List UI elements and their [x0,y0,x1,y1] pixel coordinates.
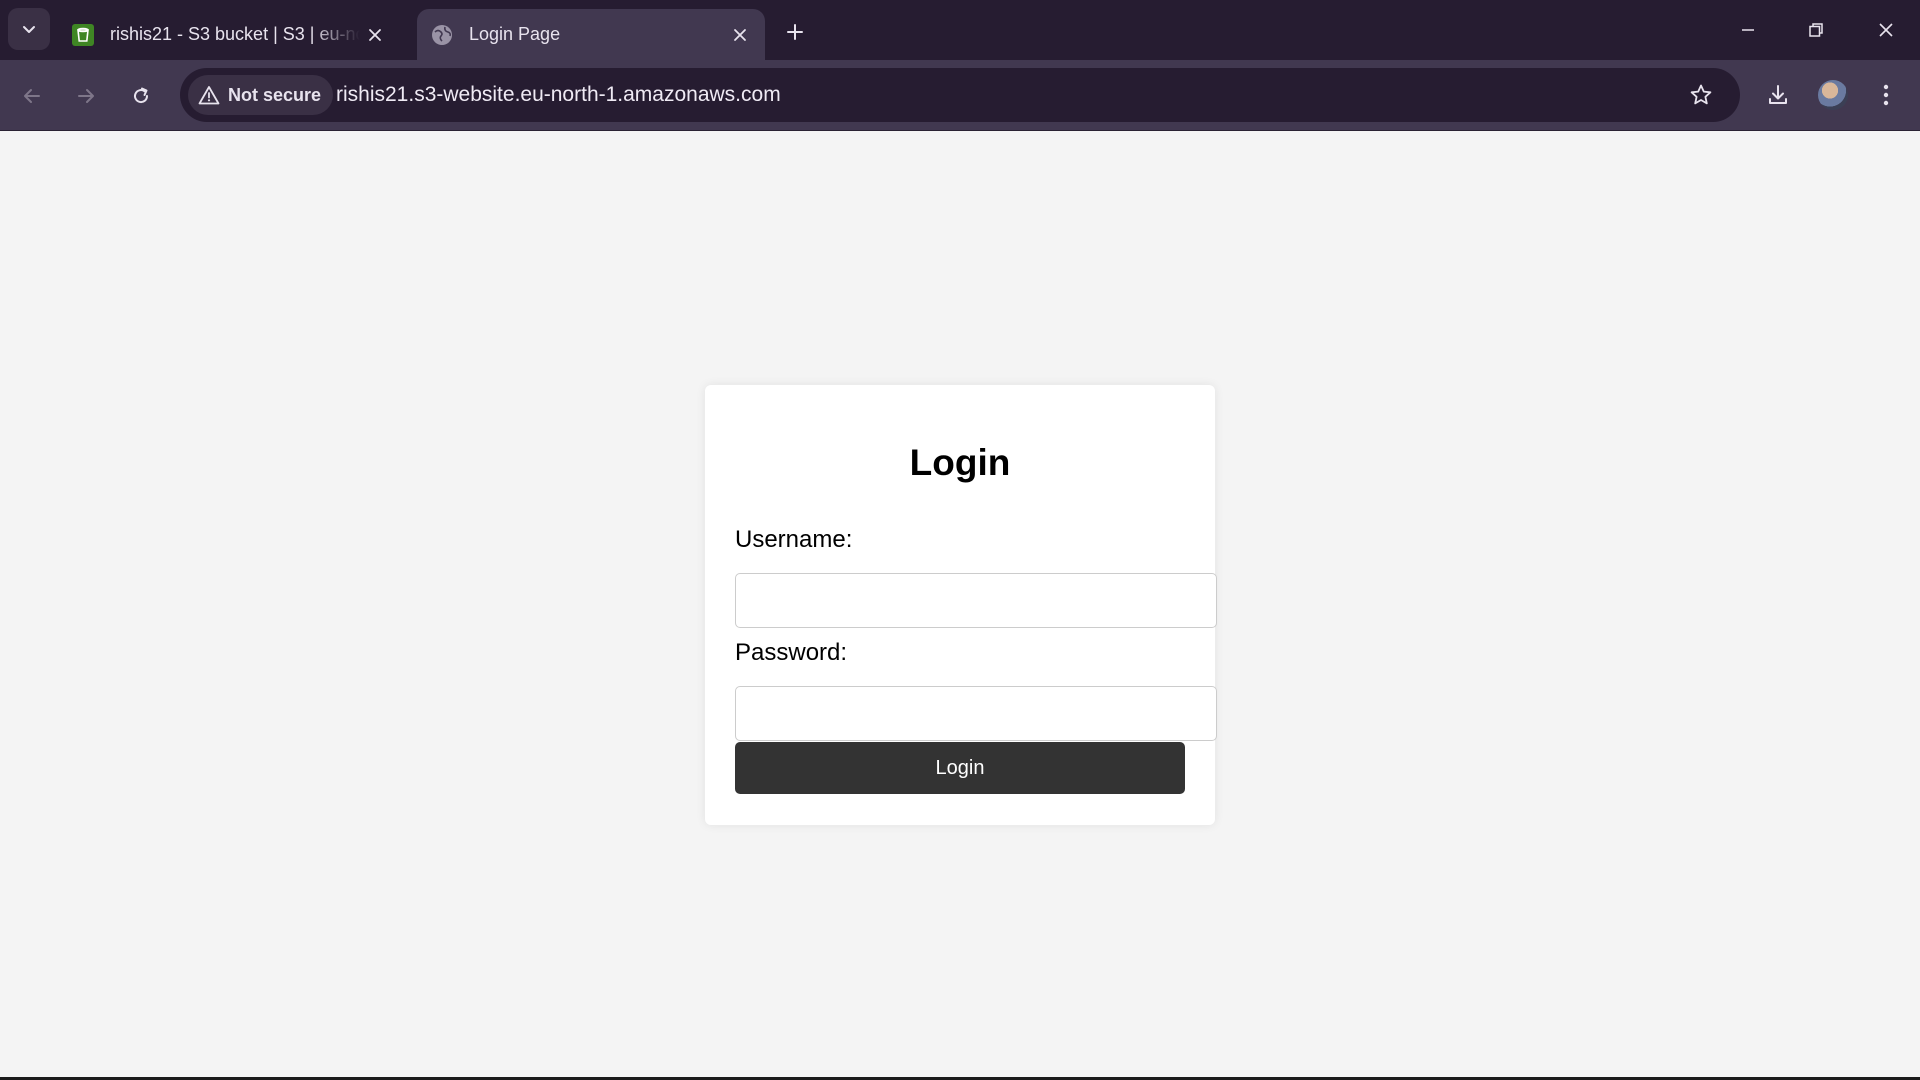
password-input[interactable] [735,686,1217,741]
tab-strip: rishis21 - S3 bucket | S3 | eu-north-1 L… [0,0,1920,60]
profile-button[interactable] [1813,75,1853,115]
password-label: Password: [735,639,848,666]
site-info-button[interactable]: Not secure [188,75,334,115]
more-vertical-icon [1883,84,1889,106]
arrow-left-icon [24,89,40,103]
tab-title: rishis21 - S3 bucket | S3 | eu-north-1 [110,24,360,44]
login-card: Login Username: Password: Login [705,385,1217,825]
tab-login-page[interactable]: Login Page [417,9,765,60]
restore-icon [1809,23,1823,37]
username-label: Username: [735,526,853,553]
warning-icon [198,86,220,105]
back-button[interactable] [12,76,52,116]
avatar [1818,80,1848,110]
minimize-icon [1742,29,1754,31]
close-tab-icon[interactable] [725,20,755,50]
bookmark-button[interactable] [1683,77,1719,113]
close-icon [1879,23,1893,37]
close-tab-icon[interactable] [360,20,390,50]
address-bar[interactable]: Not secure rishis21.s3-website.eu-north-… [180,68,1740,122]
tab-search-button[interactable] [8,8,50,50]
chevron-down-icon [23,26,35,33]
s3-bucket-icon [72,23,94,46]
new-tab-button[interactable] [777,14,813,50]
minimize-button[interactable] [1714,0,1782,60]
page-title: Login [909,442,1011,483]
security-label: Not secure [228,84,322,105]
plus-icon [787,24,803,40]
username-input[interactable] [735,573,1217,628]
download-icon [1769,85,1787,104]
star-icon [1690,84,1712,105]
close-window-button[interactable] [1852,0,1920,60]
url-text[interactable]: rishis21.s3-website.eu-north-1.amazonaws… [336,68,781,122]
arrow-right-icon [78,89,94,103]
tab-s3-bucket[interactable]: rishis21 - S3 bucket | S3 | eu-north-1 [58,9,406,60]
globe-icon [432,24,452,45]
reload-icon [134,87,149,104]
forward-button[interactable] [66,76,106,116]
downloads-button[interactable] [1758,75,1798,115]
browser-menu-button[interactable] [1866,75,1906,115]
restore-button[interactable] [1782,0,1850,60]
page-viewport: Login Username: Password: Login [0,131,1920,1077]
reload-button[interactable] [121,76,161,116]
browser-toolbar: Not secure rishis21.s3-website.eu-north-… [0,60,1920,130]
tab-title: Login Page [469,24,561,44]
login-button[interactable]: Login [735,742,1185,794]
